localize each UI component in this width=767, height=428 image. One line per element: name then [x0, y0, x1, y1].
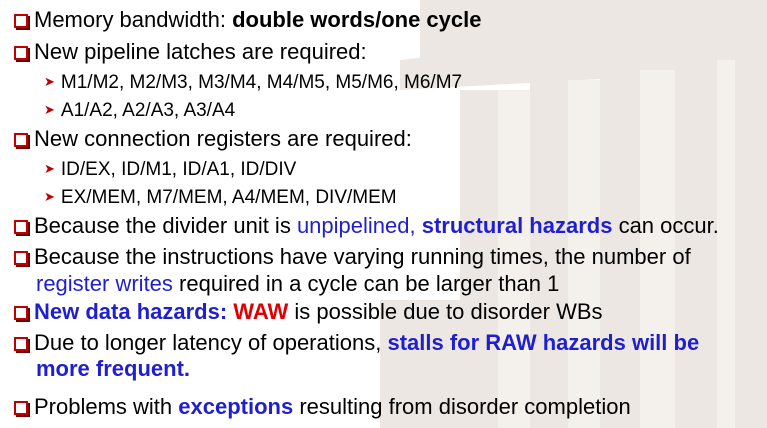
bullet-divider-unit: Because the divider unit is unpipelined,… [14, 213, 719, 239]
bullet-emphasis-bold: structural hazards [421, 213, 613, 238]
bullet-text: required in a cycle can be larger than 1 [172, 271, 560, 296]
bullet-memory-bandwidth: Memory bandwidth: double words/one cycle [14, 7, 481, 33]
bullet-text: New connection registers are required: [34, 126, 412, 151]
slide-content: Memory bandwidth: double words/one cycle… [0, 0, 767, 428]
bullet-box-icon [14, 133, 28, 147]
arrow-bullet-icon: ➤ [44, 189, 55, 204]
bullet-emphasis-bold: exceptions [178, 394, 294, 419]
bullet-box-icon [14, 46, 28, 60]
bullet-pipeline-latches: New pipeline latches are required: [14, 39, 367, 65]
subbullet-text: ID/EX, ID/M1, ID/A1, ID/DIV [60, 159, 297, 180]
bullet-new-data-hazards: New data hazards: WAW is possible due to… [14, 299, 603, 325]
subbullet-text: A1/A2, A2/A3, A3/A4 [60, 100, 236, 121]
bullet-varying-times-cont: register writes required in a cycle can … [36, 271, 559, 297]
subbullet-m-latches: ➤ M1/M2, M2/M3, M3/M4, M4/M5, M5/M6, M6/M… [44, 70, 462, 95]
bullet-text: Due to longer latency of operations, [34, 330, 388, 355]
bullet-emphasis-bold: more frequent. [36, 356, 191, 381]
bullet-emphasis-red: WAW [233, 299, 289, 324]
bullet-longer-latency-cont: more frequent. [36, 356, 190, 382]
bullet-box-icon [14, 220, 28, 234]
bullet-text: Problems with [34, 394, 179, 419]
bullet-emphasis: double words/one cycle [232, 7, 482, 32]
bullet-text: resulting from disorder completion [293, 394, 631, 419]
bullet-emphasis-blue: unpipelined, [296, 213, 422, 238]
bullet-box-icon [14, 401, 28, 415]
bullet-box-icon [14, 306, 28, 320]
bullet-emphasis-blue: register writes [36, 271, 173, 296]
bullet-text: is possible due to disorder WBs [288, 299, 603, 324]
bullet-text: Memory bandwidth: [34, 7, 233, 32]
bullet-connection-registers: New connection registers are required: [14, 126, 412, 152]
subbullet-a-latches: ➤ A1/A2, A2/A3, A3/A4 [44, 98, 235, 123]
arrow-bullet-icon: ➤ [44, 102, 55, 117]
subbullet-id-registers: ➤ ID/EX, ID/M1, ID/A1, ID/DIV [44, 157, 296, 182]
subbullet-mem-registers: ➤ EX/MEM, M7/MEM, A4/MEM, DIV/MEM [44, 185, 397, 210]
subbullet-text: M1/M2, M2/M3, M3/M4, M4/M5, M5/M6, M6/M7 [60, 72, 463, 93]
bullet-emphasis-bold: New data hazards: [34, 299, 234, 324]
bullet-box-icon [14, 251, 28, 265]
bullet-exceptions: Problems with exceptions resulting from … [14, 394, 631, 420]
bullet-varying-times: Because the instructions have varying ru… [14, 244, 691, 270]
bullet-emphasis-bold: stalls for RAW hazards will be [387, 330, 700, 355]
bullet-text: New pipeline latches are required: [34, 39, 367, 64]
arrow-bullet-icon: ➤ [44, 161, 55, 176]
bullet-text: Because the divider unit is [34, 213, 297, 238]
bullet-box-icon [14, 14, 28, 28]
subbullet-text: EX/MEM, M7/MEM, A4/MEM, DIV/MEM [60, 187, 397, 208]
arrow-bullet-icon: ➤ [44, 74, 55, 89]
bullet-text: can occur. [612, 213, 719, 238]
bullet-longer-latency: Due to longer latency of operations, sta… [14, 330, 699, 356]
bullet-box-icon [14, 337, 28, 351]
bullet-text: Because the instructions have varying ru… [34, 244, 691, 269]
